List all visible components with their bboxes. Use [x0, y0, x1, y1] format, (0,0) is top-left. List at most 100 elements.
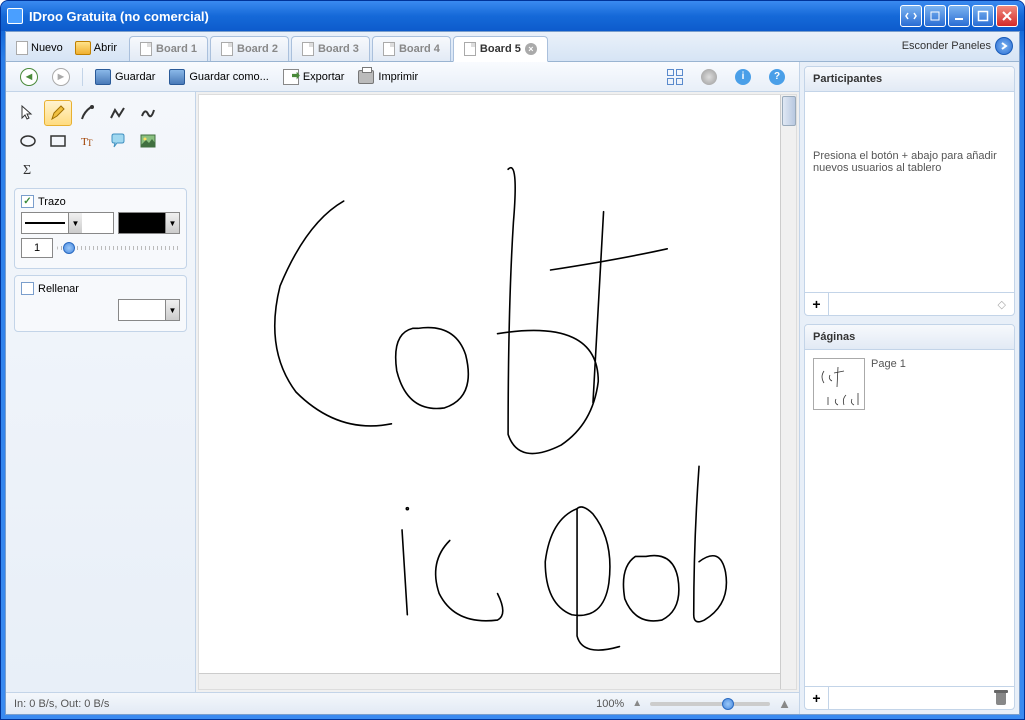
open-board-button[interactable]: Abrir: [71, 39, 121, 57]
page-icon: [464, 42, 476, 56]
add-page-button[interactable]: +: [805, 687, 829, 709]
tab-label: Board 3: [318, 43, 359, 55]
formula-tool[interactable]: Σ: [14, 156, 42, 182]
fill-color-combo[interactable]: ▼: [118, 299, 180, 321]
delete-page-button[interactable]: [994, 690, 1008, 706]
maximize-button[interactable]: [972, 5, 994, 27]
participants-panel: Participantes Presiona el botón + abajo …: [804, 66, 1015, 316]
pages-header: Páginas: [805, 325, 1014, 350]
zoom-in-icon[interactable]: ▲: [778, 696, 791, 711]
freehand-tool[interactable]: [134, 100, 162, 126]
print-label: Imprimir: [378, 71, 418, 83]
tab-board-5[interactable]: Board 5×: [453, 36, 548, 62]
tab-label: Board 4: [399, 43, 440, 55]
vertical-scrollbar[interactable]: [780, 95, 796, 689]
participants-body: Presiona el botón + abajo para añadir nu…: [805, 92, 1014, 292]
nav-back-button[interactable]: ◄: [14, 65, 44, 89]
export-icon: [283, 69, 299, 85]
drawing-canvas[interactable]: [199, 95, 796, 689]
save-button[interactable]: Guardar: [89, 66, 161, 88]
print-icon: [358, 70, 374, 84]
svg-text:Σ: Σ: [23, 163, 31, 178]
zoom-out-icon[interactable]: ▲: [632, 698, 642, 709]
speech-bubble-tool[interactable]: [104, 128, 132, 154]
svg-text:T: T: [87, 138, 93, 148]
canvas-area: [196, 92, 799, 692]
window-title: IDroo Gratuita (no comercial): [29, 9, 209, 24]
save-label: Guardar: [115, 71, 155, 83]
participants-footer: + ◇: [805, 292, 1014, 315]
hide-panels-button[interactable]: Esconder Paneles: [902, 37, 1013, 55]
tab-board-2[interactable]: Board 2: [210, 36, 289, 61]
open-board-label: Abrir: [94, 42, 117, 54]
help-button[interactable]: ?: [763, 66, 791, 88]
stroke-width-slider[interactable]: [57, 246, 180, 250]
arrow-right-icon: [995, 37, 1013, 55]
stroke-label: Trazo: [38, 196, 66, 208]
canvas-viewport[interactable]: [198, 94, 797, 690]
slider-thumb[interactable]: [722, 698, 734, 710]
tab-label: Board 1: [156, 43, 197, 55]
slider-thumb[interactable]: [63, 242, 75, 254]
rectangle-tool[interactable]: [44, 128, 72, 154]
export-button[interactable]: Exportar: [277, 66, 351, 88]
window-extra1-button[interactable]: [900, 5, 922, 27]
info-icon: i: [735, 69, 751, 85]
stroke-checkbox[interactable]: [21, 195, 34, 208]
fullscreen-button[interactable]: [661, 66, 689, 88]
zoom-value: 100%: [596, 698, 624, 710]
pages-footer: +: [805, 686, 1014, 709]
info-button[interactable]: i: [729, 66, 757, 88]
tab-board-1[interactable]: Board 1: [129, 36, 208, 61]
horizontal-scrollbar[interactable]: [199, 673, 780, 689]
fill-checkbox[interactable]: [21, 282, 34, 295]
scrollbar-thumb[interactable]: [782, 96, 796, 126]
save-as-button[interactable]: Guardar como...: [163, 66, 274, 88]
chevron-down-icon: ▼: [165, 300, 179, 320]
nav-forward-button[interactable]: ►: [46, 65, 76, 89]
stroke-style-combo[interactable]: ▼: [21, 212, 114, 234]
brush-tool[interactable]: [74, 100, 102, 126]
tab-board-3[interactable]: Board 3: [291, 36, 370, 61]
polyline-tool[interactable]: [104, 100, 132, 126]
tab-label: Board 2: [237, 43, 278, 55]
window-buttons: [900, 5, 1018, 27]
titlebar[interactable]: IDroo Gratuita (no comercial): [1, 1, 1024, 31]
select-tool[interactable]: [14, 100, 42, 126]
save-as-label: Guardar como...: [189, 71, 268, 83]
help-icon: ?: [769, 69, 785, 85]
page-item[interactable]: Page 1: [809, 354, 1010, 414]
pencil-tool[interactable]: [44, 100, 72, 126]
page-label: Page 1: [871, 358, 906, 370]
close-tab-icon[interactable]: ×: [525, 43, 537, 55]
ellipse-tool[interactable]: [14, 128, 42, 154]
disk-icon: [95, 69, 111, 85]
window-extra2-button[interactable]: [924, 5, 946, 27]
tool-grid: TT Σ: [14, 100, 187, 182]
expand-icon[interactable]: ◇: [998, 298, 1006, 311]
pages-panel: Páginas Page 1 +: [804, 324, 1015, 710]
hide-panels-label: Esconder Paneles: [902, 40, 991, 52]
folder-icon: [75, 41, 91, 55]
image-tool[interactable]: [134, 128, 162, 154]
page-icon: [16, 41, 28, 55]
page-icon: [140, 42, 152, 56]
participants-header: Participantes: [805, 67, 1014, 92]
right-panel: Participantes Presiona el botón + abajo …: [799, 62, 1019, 714]
close-button[interactable]: [996, 5, 1018, 27]
new-board-button[interactable]: Nuevo: [12, 39, 67, 57]
text-tool[interactable]: TT: [74, 128, 102, 154]
add-participant-button[interactable]: +: [805, 293, 829, 315]
fill-section: Rellenar ▼: [14, 275, 187, 332]
stroke-width-input[interactable]: [21, 238, 53, 258]
minimize-button[interactable]: [948, 5, 970, 27]
chevron-down-icon: ▼: [68, 213, 82, 233]
tab-board-4[interactable]: Board 4: [372, 36, 451, 61]
chevron-down-icon: ▼: [165, 213, 179, 233]
zoom-slider[interactable]: [650, 702, 770, 706]
settings-button[interactable]: [695, 66, 723, 88]
stroke-color-combo[interactable]: ▼: [118, 212, 180, 234]
print-button[interactable]: Imprimir: [352, 67, 424, 87]
new-board-label: Nuevo: [31, 42, 63, 54]
gear-icon: [701, 69, 717, 85]
